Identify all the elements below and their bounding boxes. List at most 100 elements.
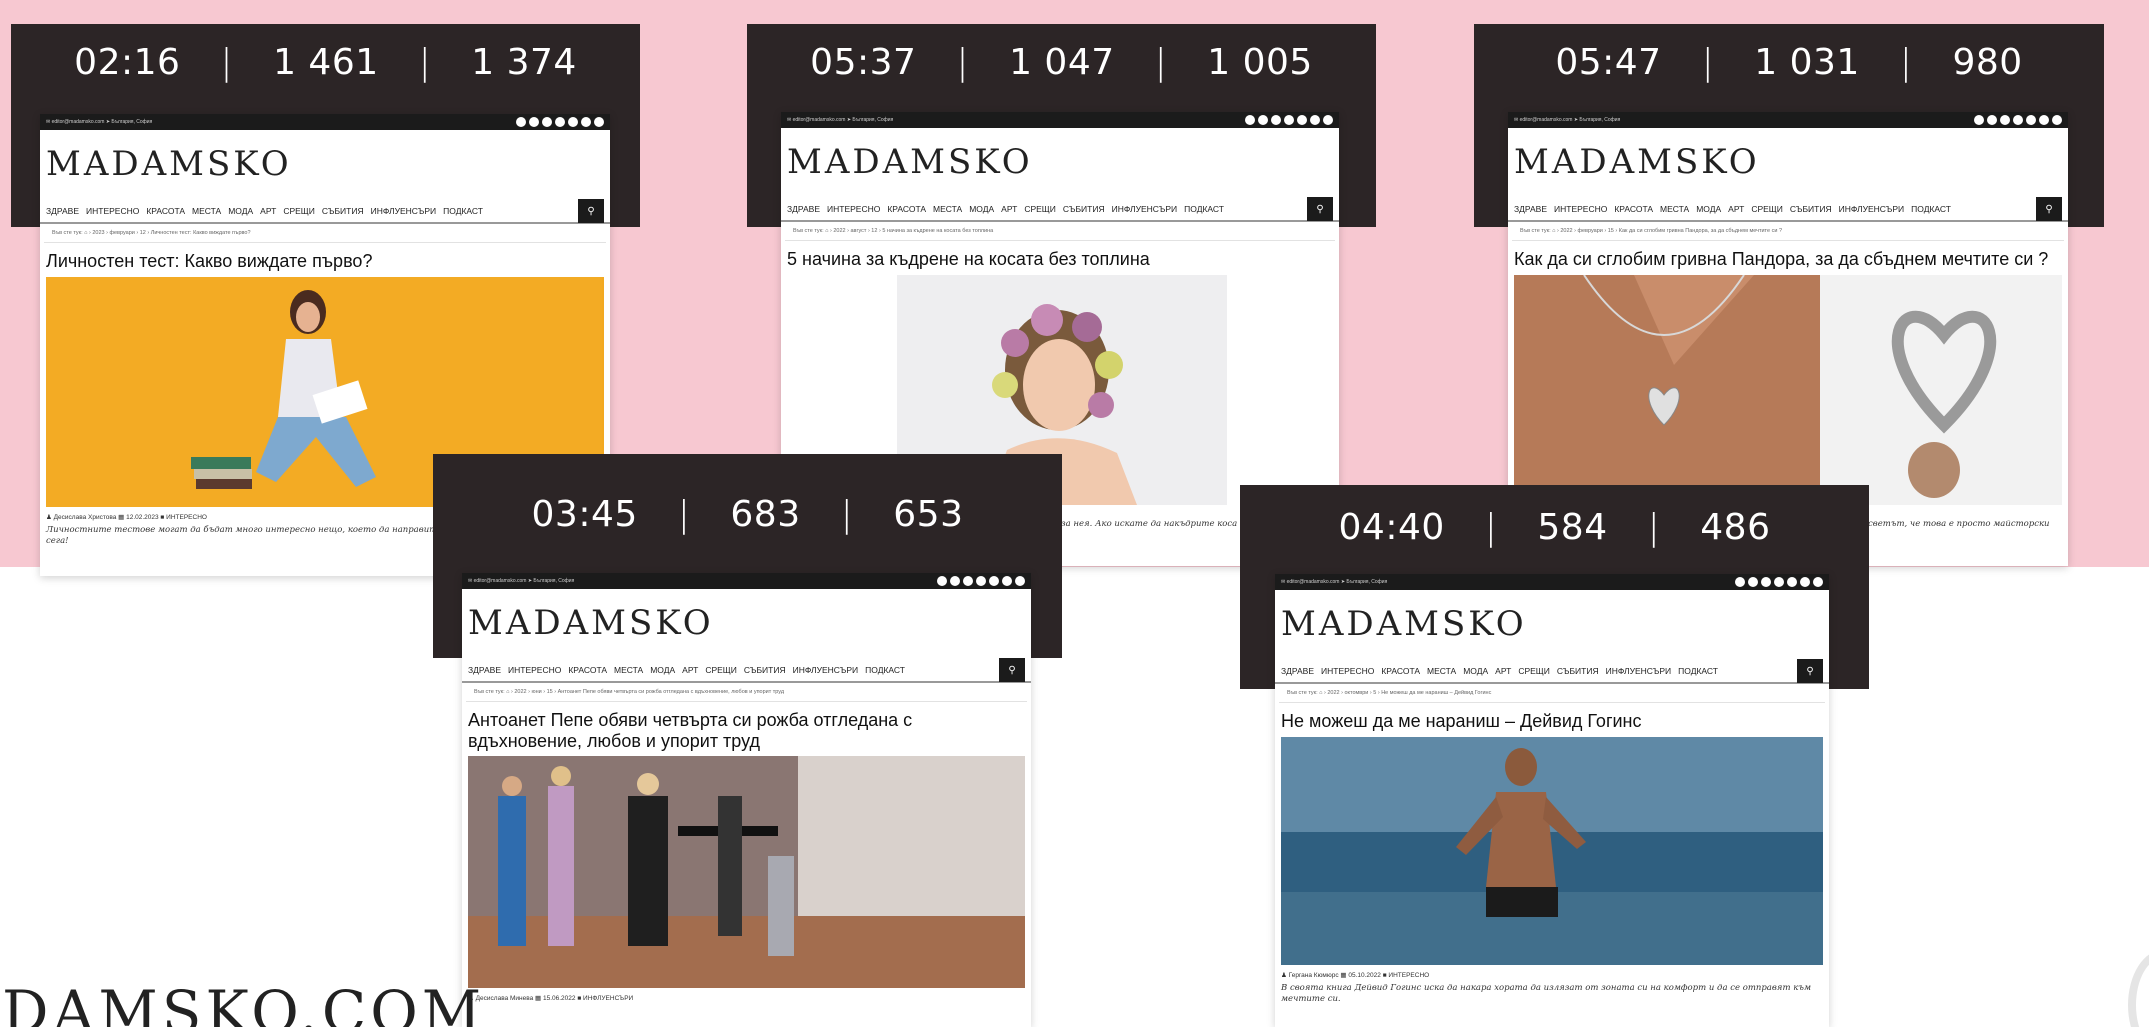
nav-item[interactable]: МЕСТА — [1660, 204, 1689, 214]
nav-item[interactable]: СРЕЩИ — [1518, 666, 1550, 676]
linkedin-icon[interactable] — [594, 117, 604, 127]
spotify-icon[interactable] — [1774, 577, 1784, 587]
spotify-icon[interactable] — [976, 576, 986, 586]
pinterest-icon[interactable] — [1761, 577, 1771, 587]
article-title[interactable]: Антоанет Пепе обяви четвърта си рожба от… — [462, 702, 1031, 756]
facebook-icon[interactable] — [1735, 577, 1745, 587]
nav-item[interactable]: ИНТЕРЕСНО — [1554, 204, 1607, 214]
youtube-icon[interactable] — [568, 117, 578, 127]
facebook-icon[interactable] — [516, 117, 526, 127]
nav-item[interactable]: КРАСОТА — [568, 665, 607, 675]
tiktok-icon[interactable] — [2039, 115, 2049, 125]
article-card-5[interactable]: ✉ editor@madamsko.com ➤ България, София … — [1275, 574, 1829, 1027]
nav-item[interactable]: АРТ — [260, 206, 276, 216]
nav-item[interactable]: ИНТЕРЕСНО — [86, 206, 139, 216]
site-logo[interactable]: MADAMSKO — [40, 130, 610, 200]
instagram-icon[interactable] — [950, 576, 960, 586]
nav-item[interactable]: СРЕЩИ — [1751, 204, 1783, 214]
nav-item[interactable]: ИНТЕРЕСНО — [827, 204, 880, 214]
nav-item[interactable]: АРТ — [1495, 666, 1511, 676]
nav-item[interactable]: СЪБИТИЯ — [322, 206, 364, 216]
article-title[interactable]: Не можеш да ме нараниш – Дейвид Гогинс — [1275, 703, 1829, 737]
linkedin-icon[interactable] — [1813, 577, 1823, 587]
youtube-icon[interactable] — [1787, 577, 1797, 587]
nav-item[interactable]: МОДА — [969, 204, 994, 214]
nav-item[interactable]: ЗДРАВЕ — [787, 204, 820, 214]
nav-item[interactable]: ЗДРАВЕ — [1514, 204, 1547, 214]
linkedin-icon[interactable] — [1323, 115, 1333, 125]
article-title[interactable]: Как да си сглобим гривна Пандора, за да … — [1508, 241, 2068, 275]
nav-item[interactable]: КРАСОТА — [1381, 666, 1420, 676]
site-logo[interactable]: MADAMSKO — [1275, 590, 1829, 660]
search-button[interactable]: ⚲ — [578, 199, 604, 223]
nav-item[interactable]: МЕСТА — [933, 204, 962, 214]
nav-item[interactable]: ПОДКАСТ — [1911, 204, 1951, 214]
pinterest-icon[interactable] — [1271, 115, 1281, 125]
nav-item[interactable]: МОДА — [1696, 204, 1721, 214]
nav-item[interactable]: СЪБИТИЯ — [744, 665, 786, 675]
nav-item[interactable]: МЕСТА — [1427, 666, 1456, 676]
nav-item[interactable]: МОДА — [228, 206, 253, 216]
tiktok-icon[interactable] — [1002, 576, 1012, 586]
tiktok-icon[interactable] — [1800, 577, 1810, 587]
youtube-icon[interactable] — [989, 576, 999, 586]
nav-item[interactable]: СРЕЩИ — [705, 665, 737, 675]
youtube-icon[interactable] — [1297, 115, 1307, 125]
nav-item[interactable]: АРТ — [1728, 204, 1744, 214]
article-hero-image[interactable] — [1514, 274, 2062, 505]
article-card-4[interactable]: ✉ editor@madamsko.com ➤ България, София … — [462, 573, 1031, 1027]
spotify-icon[interactable] — [555, 117, 565, 127]
nav-item[interactable]: ПОДКАСТ — [443, 206, 483, 216]
linkedin-icon[interactable] — [1015, 576, 1025, 586]
linkedin-icon[interactable] — [2052, 115, 2062, 125]
nav-item[interactable]: МЕСТА — [614, 665, 643, 675]
nav-item[interactable]: СЪБИТИЯ — [1557, 666, 1599, 676]
nav-item[interactable]: ЗДРАВЕ — [468, 665, 501, 675]
nav-item[interactable]: ИНФЛУЕНСЪРИ — [1112, 204, 1178, 214]
nav-item[interactable]: ПОДКАСТ — [1678, 666, 1718, 676]
nav-item[interactable]: КРАСОТА — [1614, 204, 1653, 214]
nav-item[interactable]: ЗДРАВЕ — [46, 206, 79, 216]
search-button[interactable]: ⚲ — [999, 658, 1025, 682]
nav-item[interactable]: МОДА — [650, 665, 675, 675]
tiktok-icon[interactable] — [1310, 115, 1320, 125]
nav-item[interactable]: МОДА — [1463, 666, 1488, 676]
pinterest-icon[interactable] — [542, 117, 552, 127]
search-button[interactable]: ⚲ — [1797, 659, 1823, 683]
article-title[interactable]: 5 начина за къдрене на косата без топлин… — [781, 241, 1339, 275]
nav-item[interactable]: ИНФЛУЕНСЪРИ — [1606, 666, 1672, 676]
site-logo[interactable]: MADAMSKO — [781, 128, 1339, 198]
nav-item[interactable]: СРЕЩИ — [283, 206, 315, 216]
youtube-icon[interactable] — [2026, 115, 2036, 125]
tiktok-icon[interactable] — [581, 117, 591, 127]
spotify-icon[interactable] — [2013, 115, 2023, 125]
article-hero-image[interactable] — [468, 756, 1025, 989]
instagram-icon[interactable] — [1748, 577, 1758, 587]
nav-item[interactable]: ИНТЕРЕСНО — [508, 665, 561, 675]
nav-item[interactable]: СРЕЩИ — [1024, 204, 1056, 214]
nav-item[interactable]: АРТ — [1001, 204, 1017, 214]
article-hero-image[interactable] — [1281, 736, 1823, 965]
search-button[interactable]: ⚲ — [1307, 197, 1333, 221]
facebook-icon[interactable] — [1974, 115, 1984, 125]
spotify-icon[interactable] — [1284, 115, 1294, 125]
facebook-icon[interactable] — [1245, 115, 1255, 125]
instagram-icon[interactable] — [1987, 115, 1997, 125]
nav-item[interactable]: ИНФЛУЕНСЪРИ — [1839, 204, 1905, 214]
instagram-icon[interactable] — [529, 117, 539, 127]
nav-item[interactable]: ИНФЛУЕНСЪРИ — [371, 206, 437, 216]
facebook-icon[interactable] — [937, 576, 947, 586]
nav-item[interactable]: ПОДКАСТ — [1184, 204, 1224, 214]
pinterest-icon[interactable] — [2000, 115, 2010, 125]
site-logo[interactable]: MADAMSKO — [1508, 128, 2068, 198]
nav-item[interactable]: КРАСОТА — [146, 206, 185, 216]
nav-item[interactable]: СЪБИТИЯ — [1063, 204, 1105, 214]
nav-item[interactable]: КРАСОТА — [887, 204, 926, 214]
nav-item[interactable]: ПОДКАСТ — [865, 665, 905, 675]
nav-item[interactable]: МЕСТА — [192, 206, 221, 216]
site-logo[interactable]: MADAMSKO — [462, 589, 1031, 659]
article-title[interactable]: Личностен тест: Какво виждате първо? — [40, 243, 610, 277]
nav-item[interactable]: АРТ — [682, 665, 698, 675]
nav-item[interactable]: ИНТЕРЕСНО — [1321, 666, 1374, 676]
nav-item[interactable]: СЪБИТИЯ — [1790, 204, 1832, 214]
